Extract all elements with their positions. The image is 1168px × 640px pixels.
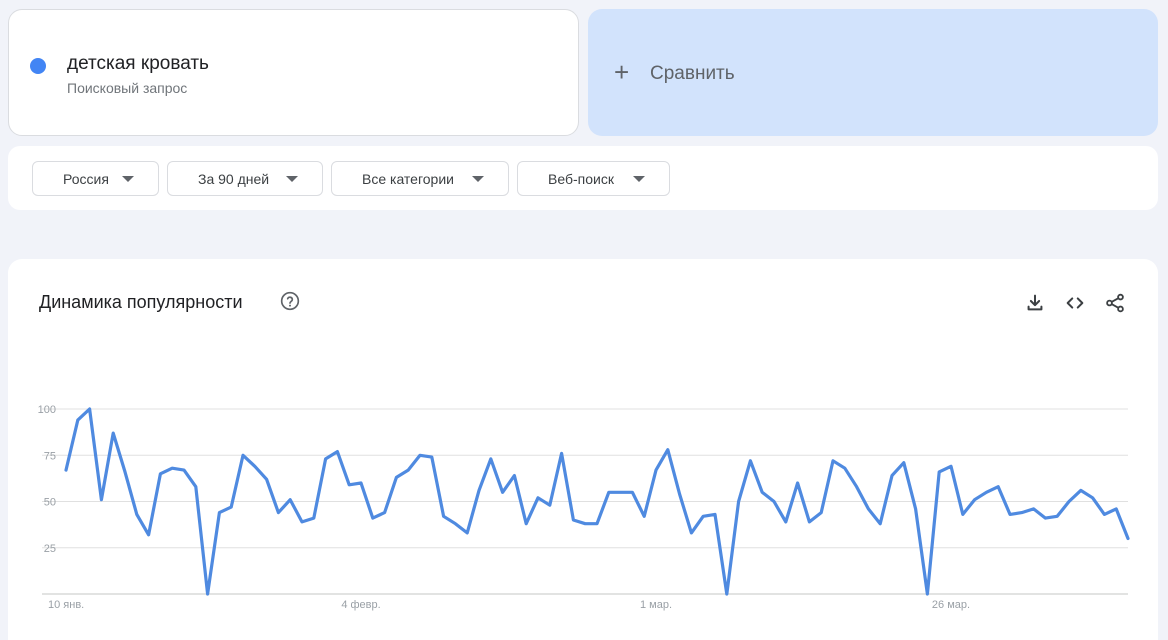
filter-time-range[interactable]: За 90 дней bbox=[167, 161, 323, 196]
filter-category[interactable]: Все категории bbox=[331, 161, 509, 196]
filter-region-label: Россия bbox=[63, 170, 109, 187]
caret-down-icon bbox=[633, 176, 645, 182]
search-term-type: Поисковый запрос bbox=[67, 80, 188, 96]
filters-bar: Россия За 90 дней Все категории Веб-поис… bbox=[8, 146, 1158, 210]
caret-down-icon bbox=[286, 176, 298, 182]
x-tick-label: 26 мар. bbox=[932, 599, 970, 611]
filter-time-range-label: За 90 дней bbox=[198, 170, 270, 187]
y-tick-label-75: 75 bbox=[44, 450, 56, 462]
y-tick-label-100: 100 bbox=[38, 404, 56, 416]
filter-region[interactable]: Россия bbox=[32, 161, 159, 196]
search-term-name[interactable]: детская кровать bbox=[67, 53, 209, 75]
chart-x-ticks: 10 янв. 4 февр. 1 мар. 26 мар. bbox=[48, 599, 970, 611]
chart-y-ticks: 25 50 75 100 bbox=[38, 404, 56, 555]
filter-search-type-label: Веб-поиск bbox=[548, 170, 614, 187]
interest-over-time-card: Динамика популярности 25 50 75 100 10 янв. 4… bbox=[8, 259, 1158, 640]
filter-category-label: Все категории bbox=[362, 170, 454, 187]
y-tick-label-25: 25 bbox=[44, 543, 56, 555]
trends-page: детская кровать Поисковый запрос + Сравн… bbox=[0, 0, 1168, 640]
term-color-dot bbox=[30, 58, 46, 74]
filter-search-type[interactable]: Веб-поиск bbox=[517, 161, 670, 196]
compare-button[interactable]: + Сравнить bbox=[588, 9, 1158, 136]
y-tick-label-50: 50 bbox=[44, 497, 56, 509]
x-tick-label: 4 февр. bbox=[341, 599, 380, 611]
caret-down-icon bbox=[472, 176, 484, 182]
compare-label: Сравнить bbox=[650, 63, 735, 84]
plus-icon: + bbox=[614, 57, 630, 87]
search-term-card[interactable]: детская кровать Поисковый запрос bbox=[8, 9, 579, 136]
interest-line-chart: 25 50 75 100 10 янв. 4 февр. 1 мар. 26 мар. bbox=[38, 404, 1130, 611]
x-tick-label: 10 янв. bbox=[48, 599, 84, 611]
caret-down-icon bbox=[122, 176, 134, 182]
x-tick-label: 1 мар. bbox=[640, 599, 672, 611]
